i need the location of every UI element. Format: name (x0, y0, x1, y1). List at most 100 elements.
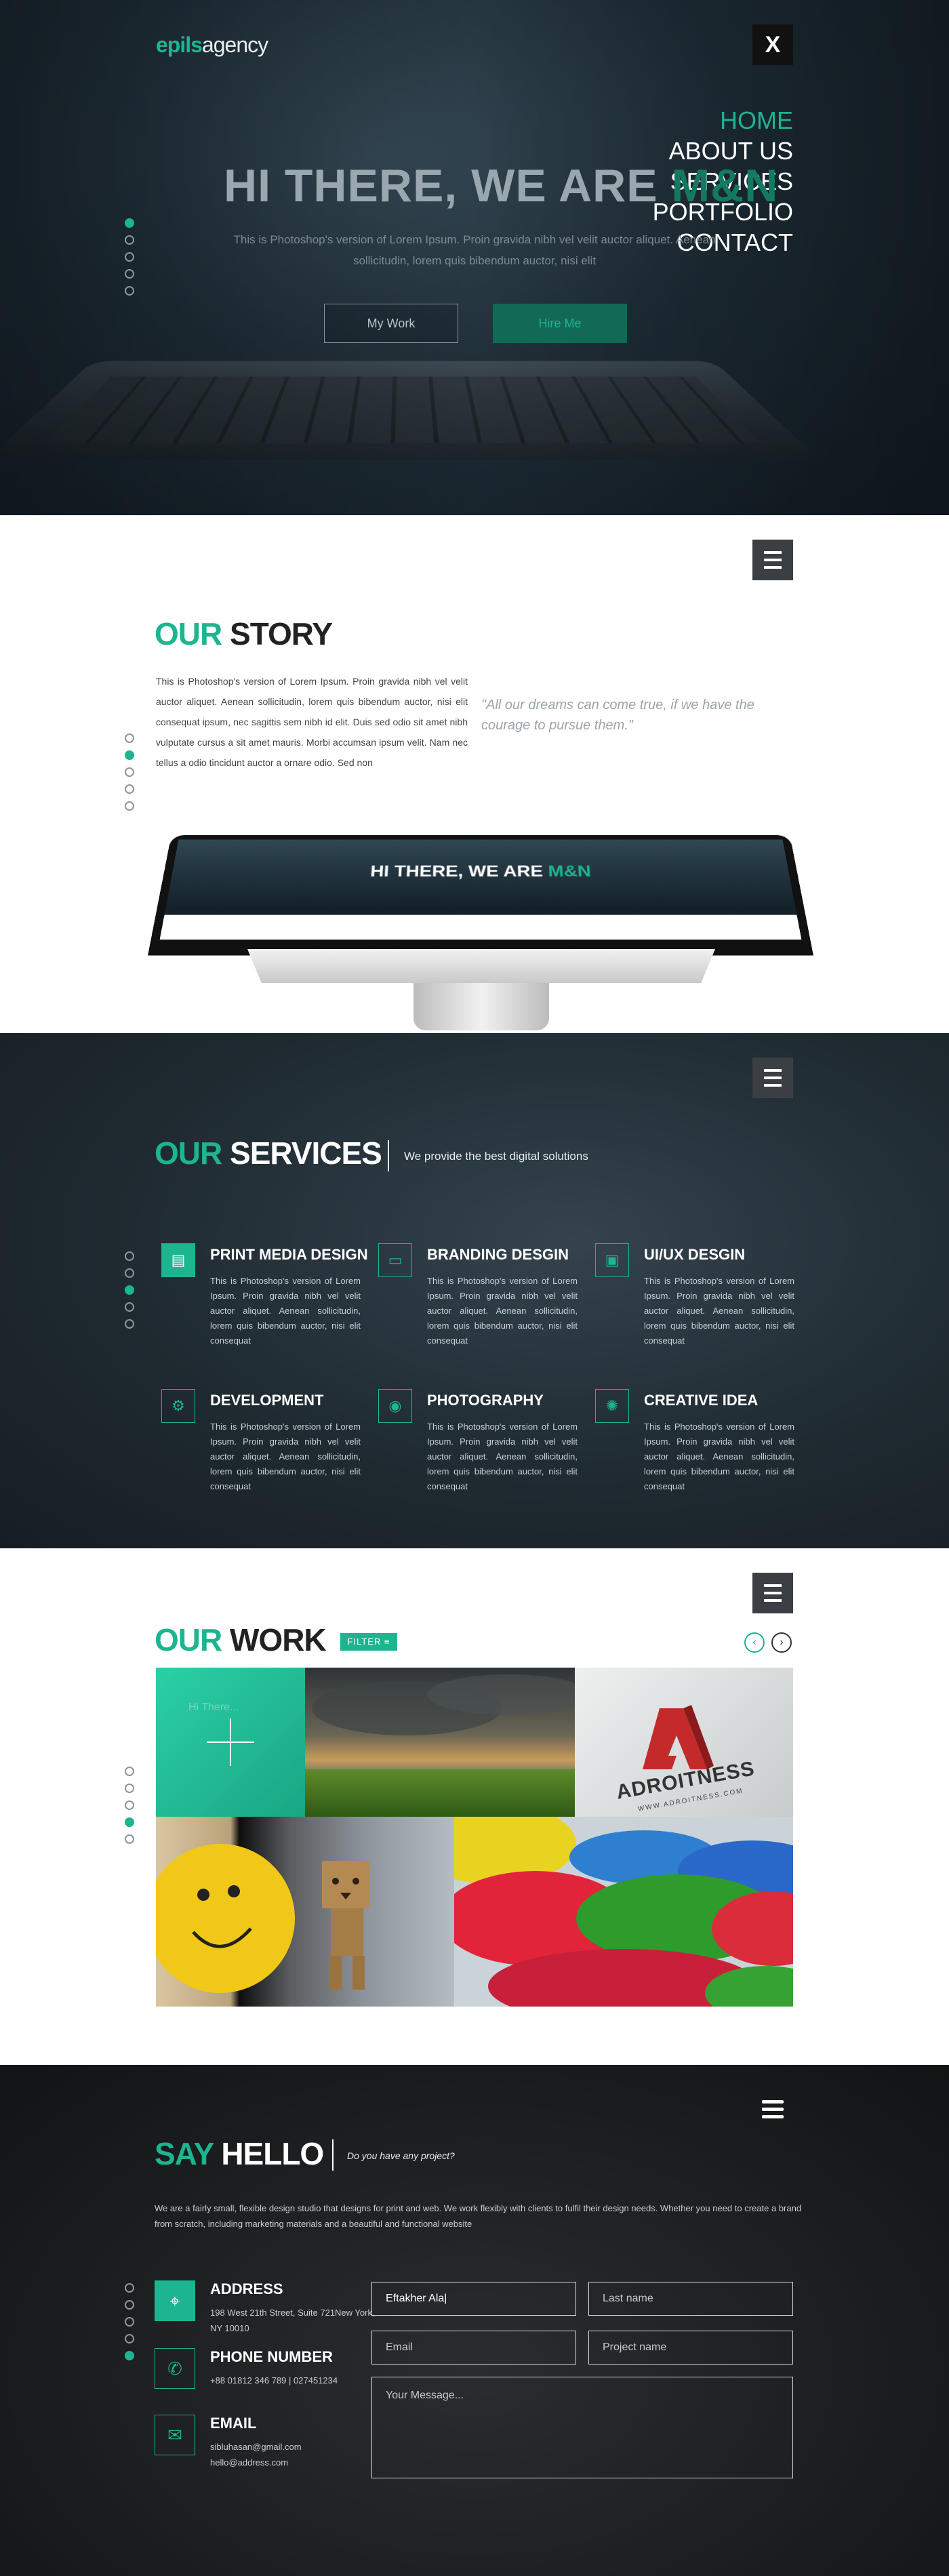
hire-me-button[interactable]: Hire Me (493, 304, 627, 343)
imac-stand (413, 983, 549, 1030)
address-label: ADDRESS (210, 2280, 283, 2297)
section-dot[interactable] (125, 1800, 134, 1810)
portfolio-item-toys[interactable] (156, 1817, 454, 2007)
print-icon: ▤ (161, 1243, 195, 1277)
hamburger-line (764, 1084, 782, 1087)
section-dot[interactable] (125, 2351, 134, 2360)
imac-screen-title: HI THERE, WE ARE M&N (171, 862, 790, 881)
section-dot[interactable] (125, 801, 134, 811)
hamburger-line (762, 2115, 784, 2118)
services-title: OUR SERVICES (155, 1135, 382, 1171)
section-dot[interactable] (125, 750, 134, 760)
lightbulb-icon: ✺ (595, 1389, 629, 1423)
story-title-dark: STORY (230, 616, 333, 651)
title-divider (332, 2139, 334, 2171)
first-name-field[interactable]: Eftakher Ala| (371, 2282, 576, 2316)
hamburger-line (764, 559, 782, 561)
services-title-green: OUR (155, 1135, 222, 1171)
contact-title-green: SAY (155, 2136, 214, 2171)
section-dot[interactable] (125, 2300, 134, 2310)
imac-screen-strip (159, 914, 802, 940)
section-dot[interactable] (125, 1285, 134, 1295)
email-value-1: sibluhasan@gmail.com (210, 2442, 302, 2452)
section-dot[interactable] (125, 1268, 134, 1278)
portfolio-item-highlighted[interactable]: Hi There... (156, 1668, 305, 1817)
service-title: CREATIVE IDEA (644, 1392, 759, 1409)
menu-button[interactable] (752, 1573, 793, 1613)
next-arrow-icon[interactable]: › (771, 1632, 792, 1653)
project-name-field[interactable]: Project name (588, 2331, 793, 2364)
section-dot[interactable] (125, 1817, 134, 1827)
email-value-2: hello@address.com (210, 2457, 289, 2468)
email-field[interactable]: Email (371, 2331, 576, 2364)
imac-screen-title-brand: M&N (548, 862, 592, 880)
imac-screen-title-main: HI THERE, WE ARE (369, 862, 549, 880)
message-textarea[interactable]: Your Message... (371, 2377, 793, 2478)
service-title: UI/UX DESGIN (644, 1246, 746, 1263)
title-divider (388, 1140, 389, 1171)
adroitness-logo-icon (643, 1705, 714, 1769)
hero-title-brand: M&N (671, 160, 779, 212)
service-title: PHOTOGRAPHY (427, 1392, 544, 1409)
map-pin-icon: ⌖ (155, 2280, 195, 2321)
menu-button[interactable] (752, 1058, 793, 1098)
monitor-icon: ▭ (378, 1243, 412, 1277)
section-dots (125, 1767, 134, 1851)
work-title: OUR WORK (155, 1622, 327, 1658)
logo-white-part: agency (201, 33, 268, 57)
section-dot[interactable] (125, 235, 134, 245)
phone-icon: ✆ (155, 2348, 195, 2389)
section-dot[interactable] (125, 733, 134, 743)
section-dots (125, 218, 134, 303)
section-dot[interactable] (125, 1767, 134, 1776)
menu-button[interactable] (752, 540, 793, 580)
plus-icon (207, 1718, 254, 1766)
email-value: sibluhasan@gmail.com hello@address.com (210, 2439, 386, 2470)
story-quote: "All our dreams can come true, if we hav… (481, 698, 754, 733)
portfolio-item-logo[interactable]: ADROITNESS WWW.ADROITNESS.COM (575, 1668, 793, 1817)
umbrellas-image (454, 1817, 793, 2007)
services-subheading: We provide the best digital solutions (404, 1150, 588, 1163)
site-logo[interactable]: epilsagency (156, 33, 268, 58)
hamburger-line (764, 566, 782, 569)
prev-arrow-icon[interactable]: ‹ (744, 1632, 765, 1653)
close-menu-button[interactable]: X (752, 24, 793, 65)
portfolio-item-landscape[interactable] (305, 1668, 575, 1817)
section-dot[interactable] (125, 286, 134, 296)
section-dot[interactable] (125, 1834, 134, 1844)
section-dot[interactable] (125, 252, 134, 262)
section-dot[interactable] (125, 2334, 134, 2343)
hamburger-line (764, 1584, 782, 1587)
hero-subtitle: This is Photoshop's version of Lorem Ips… (233, 233, 716, 267)
service-title: BRANDING DESGIN (427, 1246, 569, 1263)
section-dot[interactable] (125, 1319, 134, 1329)
section-dot[interactable] (125, 784, 134, 794)
story-section: OUR STORY This is Photoshop's version of… (0, 515, 949, 1033)
service-description: This is Photoshop's version of Lorem Ips… (427, 1422, 578, 1491)
hamburger-line (764, 1599, 782, 1602)
contact-subheading: Do you have any project? (347, 2150, 455, 2161)
my-work-button[interactable]: My Work (324, 304, 458, 343)
filter-button[interactable]: FILTER ≡ (340, 1633, 397, 1651)
section-dot[interactable] (125, 1784, 134, 1793)
section-dot[interactable] (125, 2283, 134, 2293)
nav-item-home[interactable]: HOME (653, 105, 793, 136)
work-section: OUR WORK FILTER ≡ ‹ › Hi There... ADROIT… (0, 1548, 949, 2065)
work-title-green: OUR (155, 1622, 222, 1657)
service-description: This is Photoshop's version of Lorem Ips… (210, 1422, 361, 1491)
section-dot[interactable] (125, 1302, 134, 1312)
section-dot[interactable] (125, 767, 134, 777)
last-name-field[interactable]: Last name (588, 2282, 793, 2316)
chip-icon: ▣ (595, 1243, 629, 1277)
hamburger-menu-icon[interactable] (762, 2100, 784, 2122)
story-title: OUR STORY (155, 616, 333, 652)
service-description: This is Photoshop's version of Lorem Ips… (644, 1276, 794, 1346)
section-dot[interactable] (125, 2317, 134, 2327)
section-dot[interactable] (125, 269, 134, 279)
section-dot[interactable] (125, 218, 134, 228)
contact-section: SAY HELLO Do you have any project? We ar… (0, 2065, 949, 2576)
section-dot[interactable] (125, 1251, 134, 1261)
portfolio-item-umbrellas[interactable] (454, 1817, 793, 2007)
imac-chin (247, 949, 715, 983)
address-value: 198 West 21th Street, Suite 721New York,… (210, 2308, 375, 2333)
